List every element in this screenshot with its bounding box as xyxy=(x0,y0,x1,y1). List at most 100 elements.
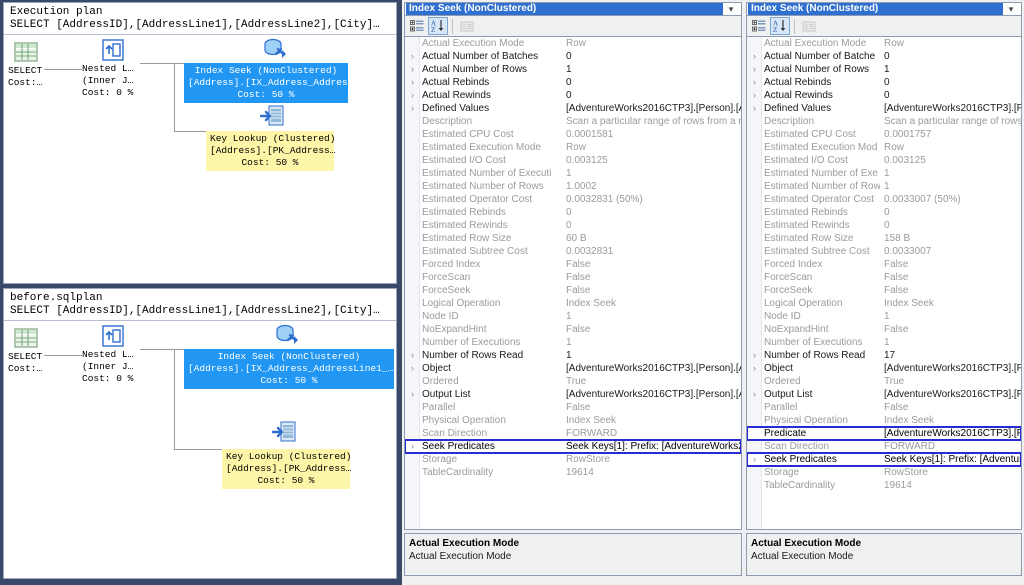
property-value[interactable]: Seek Keys[1]: Prefix: [AdventureW xyxy=(880,453,1021,466)
property-value[interactable]: 0 xyxy=(562,206,741,219)
property-value[interactable]: 1 xyxy=(562,349,741,362)
property-value[interactable]: 0 xyxy=(880,76,1021,89)
property-value[interactable]: Row xyxy=(880,37,1021,50)
plan-canvas[interactable]: SELECT Cost:… Nested L… (Inner J… Cost: … xyxy=(4,35,396,283)
property-value[interactable]: Index Seek xyxy=(880,414,1021,427)
property-value[interactable]: False xyxy=(562,401,741,414)
property-row[interactable]: Estimated Execution Mod Row xyxy=(747,141,1021,154)
property-value[interactable]: 1 xyxy=(562,336,741,349)
property-value[interactable]: 0 xyxy=(562,50,741,63)
property-row[interactable]: Scan Direction FORWARD xyxy=(405,427,741,440)
property-row[interactable]: Parallel False xyxy=(747,401,1021,414)
property-value[interactable]: 0 xyxy=(562,219,741,232)
chevron-down-icon[interactable]: ▾ xyxy=(723,3,739,15)
property-value[interactable]: 0 xyxy=(880,219,1021,232)
plan-node-key-lookup[interactable]: Key Lookup (Clustered) [Address].[PK_Add… xyxy=(206,131,335,171)
chevron-right-icon[interactable]: › xyxy=(747,102,762,115)
property-row[interactable]: › Number of Rows Read 1 xyxy=(405,349,741,362)
property-value[interactable]: RowStore xyxy=(562,453,741,466)
property-row[interactable]: TableCardinality 19614 xyxy=(405,466,741,479)
property-value[interactable]: 1 xyxy=(562,167,741,180)
property-row[interactable]: Physical Operation Index Seek xyxy=(405,414,741,427)
property-row[interactable]: Estimated I/O Cost 0.003125 xyxy=(405,154,741,167)
property-value[interactable]: RowStore xyxy=(880,466,1021,479)
properties-object-selector[interactable]: Index Seek (NonClustered) ▾ xyxy=(746,2,1022,16)
property-row[interactable]: Estimated I/O Cost 0.003125 xyxy=(747,154,1021,167)
property-row[interactable]: › Actual Rewinds 0 xyxy=(747,89,1021,102)
chevron-right-icon[interactable]: › xyxy=(405,349,420,362)
property-row[interactable]: › Actual Number of Batche 0 xyxy=(747,50,1021,63)
property-row[interactable]: › Defined Values [AdventureWorks2016CTP3].… xyxy=(405,102,741,115)
property-value[interactable]: 0.0001581 xyxy=(562,128,741,141)
property-value[interactable]: False xyxy=(562,284,741,297)
property-row[interactable]: ›Output List [AdventureWorks2016CTP3].[Pe… xyxy=(747,388,1021,401)
property-value[interactable]: Row xyxy=(562,37,741,50)
alphabetical-sort-icon[interactable]: A Z xyxy=(770,17,790,35)
chevron-right-icon[interactable]: › xyxy=(405,89,420,102)
property-value[interactable]: 0.0032831 xyxy=(562,245,741,258)
property-value[interactable]: 0 xyxy=(880,50,1021,63)
plan-node-index-seek[interactable]: Index Seek (NonClustered) [Address].[IX_… xyxy=(184,349,394,389)
alphabetical-sort-icon[interactable]: A Z xyxy=(428,17,448,35)
property-value[interactable]: Index Seek xyxy=(562,297,741,310)
execution-plan-pane[interactable]: Execution plan SELECT [AddressID],[Addre… xyxy=(3,2,397,284)
property-value[interactable]: [AdventureWorks2016CTP3].[Person].[Addre xyxy=(562,102,741,115)
property-value[interactable]: 1 xyxy=(562,310,741,323)
property-row[interactable]: › Object [AdventureWorks2016CTP3].[Person]… xyxy=(405,362,741,375)
property-value[interactable]: [AdventureWorks2016CTP3].[Pers xyxy=(880,102,1021,115)
property-pages-icon[interactable] xyxy=(799,17,819,35)
property-pages-icon[interactable] xyxy=(457,17,477,35)
categorized-sort-icon[interactable] xyxy=(407,17,427,35)
property-row[interactable]: NoExpandHint False xyxy=(405,323,741,336)
property-value[interactable]: Scan a particular range of rows fr xyxy=(880,115,1021,128)
property-value[interactable]: 1 xyxy=(880,63,1021,76)
chevron-right-icon[interactable]: › xyxy=(747,63,762,76)
plan-node-select[interactable]: SELECT Cost:… xyxy=(8,65,42,89)
plan-canvas[interactable]: SELECT Cost:… Nested L… (Inner J… Cost: … xyxy=(4,321,396,578)
chevron-right-icon[interactable]: › xyxy=(405,102,420,115)
property-row[interactable]: Node ID 1 xyxy=(747,310,1021,323)
properties-object-selector[interactable]: Index Seek (NonClustered) ▾ xyxy=(404,2,742,16)
property-value[interactable]: [AdventureWorks2016CTP3].[Pers xyxy=(880,427,1021,440)
property-row[interactable]: Storage RowStore xyxy=(405,453,741,466)
property-row[interactable]: ›Object [AdventureWorks2016CTP3].[Pers xyxy=(747,362,1021,375)
property-row[interactable]: ForceSeek False xyxy=(747,284,1021,297)
property-value[interactable]: 0.003125 xyxy=(562,154,741,167)
property-row[interactable]: › Seek Predicates Seek Keys[1]: Prefix: [A… xyxy=(747,452,1021,467)
property-value[interactable]: Row xyxy=(562,141,741,154)
chevron-right-icon[interactable]: › xyxy=(405,76,420,89)
chevron-down-icon[interactable]: ▾ xyxy=(1003,3,1019,15)
property-row[interactable]: Number of Executions 1 xyxy=(405,336,741,349)
property-row[interactable]: Estimated Operator Cost 0.0032831 (50%) xyxy=(405,193,741,206)
property-row[interactable]: Estimated Number of Executi 1 xyxy=(405,167,741,180)
plan-node-index-seek[interactable]: Index Seek (NonClustered) [Address].[IX_… xyxy=(184,63,365,103)
property-value[interactable]: Index Seek xyxy=(562,414,741,427)
property-value[interactable]: Scan a particular range of rows from a n… xyxy=(562,115,741,128)
chevron-right-icon[interactable]: › xyxy=(747,453,762,466)
property-row[interactable]: Estimated Rewinds 0 xyxy=(747,219,1021,232)
property-value[interactable]: 0.003125 xyxy=(880,154,1021,167)
chevron-right-icon[interactable]: › xyxy=(747,349,762,362)
property-row[interactable]: › Defined Values [AdventureWorks2016CTP3].… xyxy=(747,102,1021,115)
property-row[interactable]: ›Output List [AdventureWorks2016CTP3].[Pe… xyxy=(405,388,741,401)
property-value[interactable]: 17 xyxy=(880,349,1021,362)
chevron-right-icon[interactable]: › xyxy=(405,63,420,76)
property-value[interactable]: [AdventureWorks2016CTP3].[Person].[Addre xyxy=(562,388,741,401)
categorized-sort-icon[interactable] xyxy=(749,17,769,35)
chevron-right-icon[interactable]: › xyxy=(747,76,762,89)
property-value[interactable]: Index Seek xyxy=(880,297,1021,310)
property-row[interactable]: Node ID 1 xyxy=(405,310,741,323)
chevron-right-icon[interactable]: › xyxy=(747,50,762,63)
property-value[interactable]: False xyxy=(562,271,741,284)
property-row[interactable]: Estimated Operator Cost 0.0033007 (50%) xyxy=(747,193,1021,206)
property-value[interactable]: False xyxy=(880,401,1021,414)
property-row[interactable]: Estimated Number of Rows 1.0002 xyxy=(405,180,741,193)
property-value[interactable]: Row xyxy=(880,141,1021,154)
property-row[interactable]: Estimated Execution Mode Row xyxy=(405,141,741,154)
property-row[interactable]: › Actual Rebinds 0 xyxy=(747,76,1021,89)
property-value[interactable]: False xyxy=(562,258,741,271)
property-row[interactable]: Actual Execution Mode Row xyxy=(405,37,741,50)
chevron-right-icon[interactable]: › xyxy=(405,50,420,63)
plan-node-key-lookup[interactable]: Key Lookup (Clustered) [Address].[PK_Add… xyxy=(222,449,351,489)
property-row[interactable]: Estimated Rebinds 0 xyxy=(405,206,741,219)
